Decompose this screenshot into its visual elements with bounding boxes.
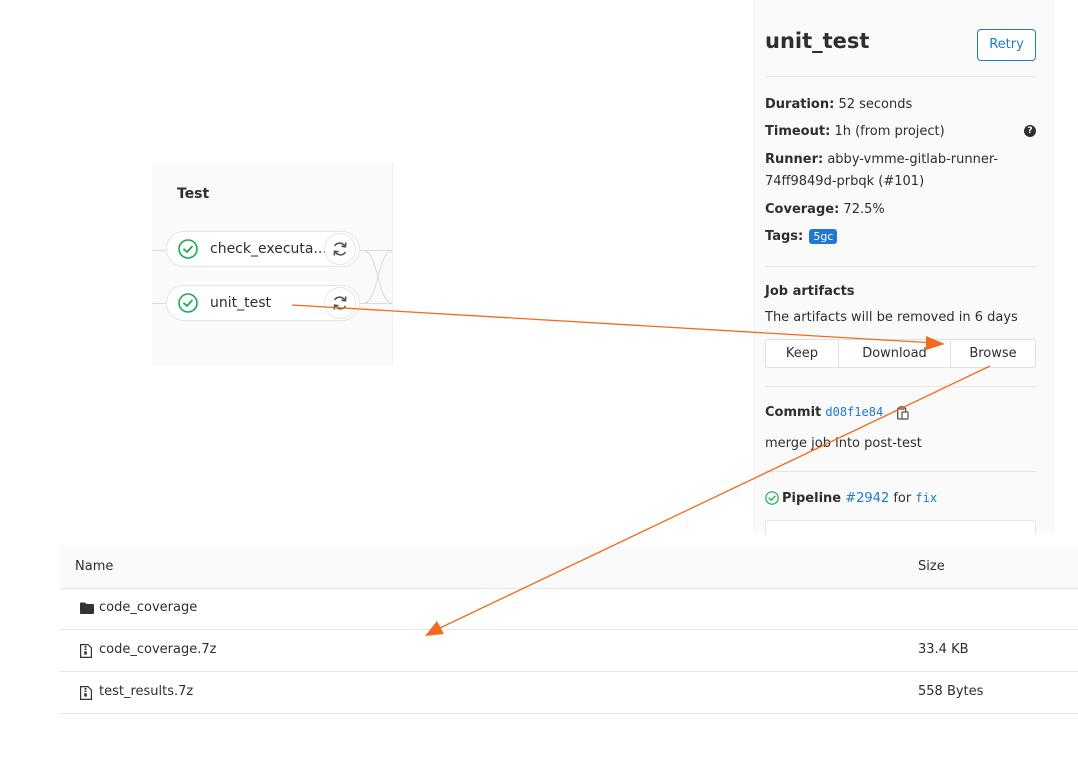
file-name[interactable]: code_coverage xyxy=(99,600,197,615)
job-title: unit_test xyxy=(765,29,870,53)
table-header: Name Size xyxy=(60,546,1078,589)
graph-connector xyxy=(152,303,166,304)
runner-value-cont: 74ff9849d-prbqk (#101) xyxy=(765,174,925,189)
pipeline-label: Pipeline xyxy=(782,491,842,506)
retry-icon xyxy=(333,242,347,256)
pipeline-stages-box xyxy=(765,520,1036,534)
pipeline-link[interactable]: #2942 xyxy=(845,491,889,506)
browse-button[interactable]: Browse xyxy=(950,339,1036,368)
duration-label: Duration: xyxy=(765,97,835,112)
divider xyxy=(765,471,1036,472)
tag-badge: 5gc xyxy=(809,229,838,244)
file-name[interactable]: test_results.7z xyxy=(99,684,193,699)
job-sidebar: unit_test Retry Duration: 52 seconds Tim… xyxy=(754,0,1054,534)
column-name: Name xyxy=(75,559,114,574)
retry-icon xyxy=(333,296,347,310)
runner-value: abby-vmme-gitlab-runner- xyxy=(827,152,999,167)
table-row[interactable]: code_coverage.7z 33.4 KB xyxy=(60,630,1078,672)
artifact-browser: Name Size code_coverage code_coverage.7z… xyxy=(60,546,1078,716)
table-row[interactable]: test_results.7z 558 Bytes xyxy=(60,672,1078,714)
duration-info: Duration: 52 seconds xyxy=(765,97,912,112)
pipeline-info: Pipeline #2942 for fix xyxy=(765,491,937,506)
job-unit-test[interactable]: unit_test xyxy=(166,285,360,321)
file-size: 33.4 KB xyxy=(918,642,969,657)
file-size: 558 Bytes xyxy=(918,684,984,699)
status-success-icon xyxy=(178,239,198,259)
job-name: check_executa... xyxy=(210,241,327,257)
runner-label: Runner: xyxy=(765,152,824,167)
commit-label: Commit xyxy=(765,405,822,420)
artifacts-title: Job artifacts xyxy=(765,284,855,299)
download-button[interactable]: Download xyxy=(838,339,951,368)
retry-job-button[interactable] xyxy=(324,233,356,265)
help-icon[interactable]: ? xyxy=(1024,125,1036,137)
job-check-executable[interactable]: check_executa... xyxy=(166,231,360,267)
artifacts-note: The artifacts will be removed in 6 days xyxy=(765,310,1018,325)
divider xyxy=(765,76,1036,77)
divider xyxy=(765,386,1036,387)
keep-button[interactable]: Keep xyxy=(765,339,839,368)
runner-info-cont: 74ff9849d-prbqk (#101) xyxy=(765,174,924,189)
graph-connector-curve xyxy=(364,250,392,304)
commit-info: Commit d08f1e84 xyxy=(765,405,909,420)
retry-job-button[interactable] xyxy=(324,287,356,319)
pipeline-ref-link[interactable]: fix xyxy=(915,491,937,505)
copy-icon[interactable] xyxy=(897,405,909,420)
pipeline-graph: Test check_executa... unit_test xyxy=(152,162,393,365)
status-success-icon xyxy=(178,293,198,313)
tags-label: Tags: xyxy=(765,229,804,244)
stage-title: Test xyxy=(177,186,210,202)
timeout-value: 1h (from project) xyxy=(834,124,945,139)
timeout-info: Timeout: 1h (from project) xyxy=(765,124,945,139)
artifact-button-group: Keep Download Browse xyxy=(765,339,1036,368)
folder-icon xyxy=(80,602,94,614)
column-size: Size xyxy=(918,559,945,574)
archive-file-icon xyxy=(80,686,92,700)
commit-message: merge job into post-test xyxy=(765,436,922,451)
pipeline-for: for xyxy=(893,491,912,506)
duration-value: 52 seconds xyxy=(838,97,913,112)
job-name: unit_test xyxy=(210,295,272,311)
status-success-icon xyxy=(765,491,779,505)
archive-file-icon xyxy=(80,644,92,658)
coverage-value: 72.5% xyxy=(843,202,885,217)
timeout-label: Timeout: xyxy=(765,124,831,139)
graph-connector xyxy=(152,250,166,251)
runner-info: Runner: abby-vmme-gitlab-runner- xyxy=(765,152,998,167)
table-row[interactable]: code_coverage xyxy=(60,588,1078,630)
coverage-label: Coverage: xyxy=(765,202,840,217)
commit-sha-link[interactable]: d08f1e84 xyxy=(825,405,883,419)
file-name[interactable]: code_coverage.7z xyxy=(99,642,216,657)
tags-info: Tags: 5gc xyxy=(765,229,838,244)
retry-button[interactable]: Retry xyxy=(977,29,1036,61)
divider xyxy=(765,266,1036,267)
coverage-info: Coverage: 72.5% xyxy=(765,202,885,217)
